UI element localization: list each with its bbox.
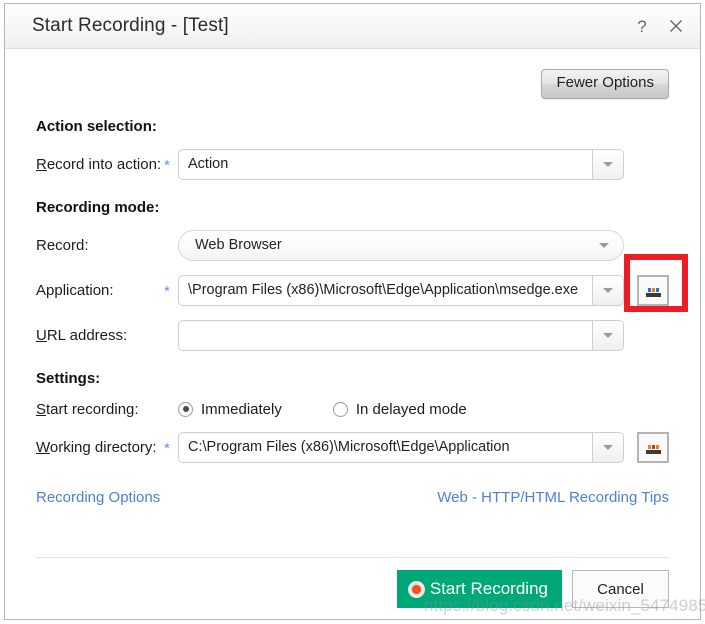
start-recording-radio-group: Immediately In delayed mode: [178, 401, 669, 418]
start-recording-row: Start recording: * Immediately In delaye…: [36, 401, 669, 418]
application-label: Application:: [36, 281, 114, 299]
links-row: Recording Options Web - HTTP/HTML Record…: [36, 489, 669, 506]
record-combobox[interactable]: Web Browser: [178, 229, 624, 261]
record-into-action-combobox[interactable]: Action: [178, 148, 624, 180]
recording-mode-heading: Recording mode:: [36, 198, 160, 216]
application-input[interactable]: \Program Files (x86)\Microsoft\Edge\Appl…: [178, 274, 592, 306]
chevron-down-icon[interactable]: [592, 319, 624, 351]
close-icon[interactable]: [665, 15, 687, 37]
label-rest: ecord into action:: [46, 155, 162, 173]
url-address-row: URL address: *: [36, 319, 669, 351]
application-combobox[interactable]: \Program Files (x86)\Microsoft\Edge\Appl…: [178, 274, 624, 306]
required-asterisk: *: [164, 282, 170, 300]
required-asterisk: *: [164, 156, 170, 174]
url-address-combobox[interactable]: [178, 319, 624, 351]
settings-heading: Settings:: [36, 369, 101, 387]
dialog-footer: Start Recording Cancel: [396, 570, 669, 608]
required-asterisk-placeholder: *: [156, 401, 178, 418]
radio-in-delayed-mode[interactable]: In delayed mode: [332, 400, 467, 418]
label-rest: orking directory:: [49, 438, 157, 456]
record-circle-icon: [407, 580, 425, 598]
dialog-titlebar: Start Recording - [Test] ?: [5, 4, 700, 49]
chevron-down-icon[interactable]: [592, 274, 624, 306]
start-recording-label: Start recording:: [36, 401, 156, 418]
record-value: Web Browser: [195, 237, 282, 253]
url-address-label: URL address:: [36, 327, 156, 344]
ellipsis-icon: [645, 287, 661, 297]
radio-indicator-selected[interactable]: [178, 401, 193, 417]
accelerator-letter: R: [36, 155, 47, 173]
ellipsis-icon: [645, 444, 661, 454]
record-into-action-label: Record into action:: [36, 155, 161, 173]
application-row: Application: * \Program Files (x86)\Micr…: [36, 274, 669, 306]
titlebar-buttons: ?: [631, 4, 687, 48]
radio-label: Immediately: [201, 400, 282, 418]
record-into-action-input[interactable]: Action: [178, 148, 592, 180]
accelerator-letter: W: [36, 438, 50, 456]
radio-immediately[interactable]: Immediately: [178, 401, 282, 418]
record-label: Record:: [36, 236, 89, 254]
fewer-options-row: Fewer Options: [36, 49, 669, 99]
radio-label: In delayed mode: [355, 400, 467, 418]
working-directory-row: Working directory: * C:\Program Files (x…: [36, 431, 669, 463]
recording-tips-link[interactable]: Web - HTTP/HTML Recording Tips: [437, 489, 669, 506]
recording-options-link[interactable]: Recording Options: [36, 489, 160, 506]
accelerator-letter: U: [36, 326, 47, 344]
working-directory-label: Working directory:: [36, 438, 157, 456]
chevron-down-icon[interactable]: [592, 148, 624, 180]
screenshot-root: Start Recording - [Test] ? Fewer Options…: [0, 0, 705, 624]
accelerator-letter: S: [36, 400, 47, 418]
radio-indicator[interactable]: [332, 401, 348, 417]
url-address-input[interactable]: [178, 319, 592, 351]
cancel-button[interactable]: Cancel: [572, 570, 669, 608]
working-directory-input[interactable]: C:\Program Files (x86)\Microsoft\Edge\Ap…: [178, 431, 592, 463]
required-asterisk-placeholder: *: [156, 237, 178, 254]
dialog-title: Start Recording - [Test]: [32, 15, 229, 36]
chevron-down-icon[interactable]: [592, 431, 624, 463]
start-recording-dialog: Start Recording - [Test] ? Fewer Options…: [4, 3, 701, 620]
required-asterisk: *: [164, 439, 170, 457]
dialog-body: Fewer Options Action selection: Record i…: [5, 49, 700, 620]
start-recording-button[interactable]: Start Recording: [396, 570, 562, 608]
label-rest: tart recording:: [46, 400, 139, 418]
label-rest: RL address:: [46, 326, 128, 344]
help-icon[interactable]: ?: [631, 15, 653, 37]
chevron-down-icon[interactable]: [599, 242, 609, 248]
record-into-action-row: Record into action: * Action: [36, 148, 669, 180]
fewer-options-button[interactable]: Fewer Options: [541, 69, 669, 99]
start-recording-button-label: Start Recording: [429, 579, 548, 598]
required-asterisk-placeholder: *: [156, 327, 178, 344]
action-selection-heading: Action selection:: [36, 117, 157, 135]
application-browse-button[interactable]: [637, 274, 669, 306]
working-directory-combobox[interactable]: C:\Program Files (x86)\Microsoft\Edge\Ap…: [178, 431, 624, 463]
footer-divider: [36, 557, 669, 558]
record-row: Record: * Web Browser: [36, 229, 669, 261]
working-directory-browse-button[interactable]: [637, 431, 669, 463]
